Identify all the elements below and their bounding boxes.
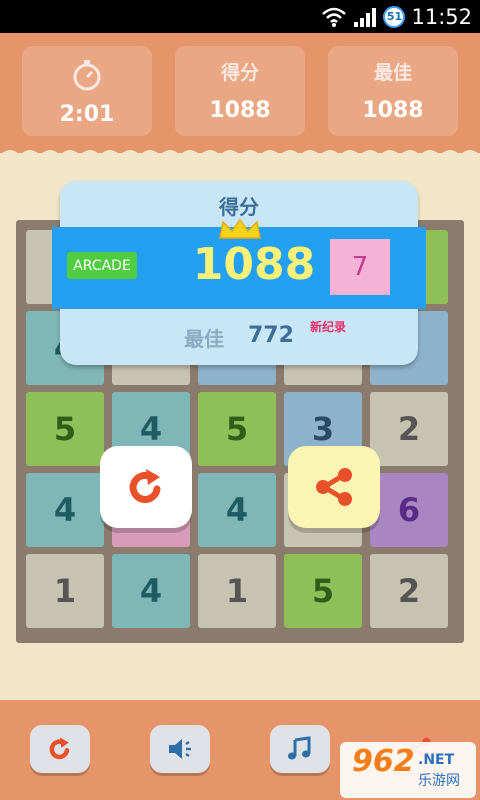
board-tile[interactable]: 4 [26, 473, 104, 547]
restart-icon [129, 469, 161, 503]
board-tile[interactable]: 4 [112, 554, 190, 628]
scallop-edge [0, 150, 480, 163]
watermark-brand: 962 [352, 744, 415, 779]
wifi-icon [322, 7, 347, 27]
music-button[interactable] [270, 725, 330, 773]
best-box: 最佳 1088 [328, 46, 458, 136]
share-button[interactable] [288, 446, 380, 528]
sound-button[interactable] [150, 725, 210, 773]
board-tile[interactable]: 6 [370, 473, 448, 547]
timer-value: 2:01 [59, 102, 115, 127]
best-value: 1088 [362, 98, 424, 123]
site-watermark: 962 .NET 乐游网 [340, 742, 476, 798]
signal-icon [354, 7, 377, 27]
max-tile-badge: 7 [330, 239, 390, 295]
board-tile[interactable]: 1 [26, 554, 104, 628]
board-tile[interactable]: 1 [198, 554, 276, 628]
music-icon [288, 736, 311, 760]
board-tile[interactable]: 5 [284, 554, 362, 628]
footer-restart-button[interactable] [30, 725, 90, 773]
stopwatch-icon [73, 60, 101, 91]
status-bar: 51 11:52 [0, 0, 480, 33]
board-tile[interactable]: 5 [26, 392, 104, 466]
watermark-domain: .NET [418, 752, 455, 768]
popup-best-label: 最佳 [184, 327, 224, 351]
score-box: 得分 1088 [175, 46, 305, 136]
crown-icon [219, 218, 261, 239]
clock: 11:52 [411, 4, 472, 29]
score-value: 1088 [209, 98, 271, 123]
popup-best-value: 772 [248, 323, 294, 348]
board-tile[interactable]: 2 [370, 554, 448, 628]
board-tile[interactable]: 4 [198, 473, 276, 547]
board-tile[interactable]: 2 [370, 392, 448, 466]
mode-badge: ARCADE [67, 252, 137, 279]
header: 2:01 得分 1088 最佳 1088 [0, 33, 480, 153]
restart-icon [49, 737, 70, 760]
best-label: 最佳 [373, 62, 412, 84]
board-tile[interactable]: 5 [198, 392, 276, 466]
watermark-sub: 乐游网 [418, 773, 460, 789]
restart-button[interactable] [100, 446, 192, 528]
notification-badge: 51 [383, 5, 406, 28]
popup-title: 得分 [219, 195, 259, 219]
score-label: 得分 [220, 62, 259, 84]
share-icon [316, 468, 352, 506]
sound-icon [169, 739, 191, 759]
new-record-label: 新纪录 [310, 320, 347, 334]
popup-best-row: 最佳 772 新纪录 [60, 320, 418, 353]
final-score: 1088 [192, 239, 316, 290]
timer-box: 2:01 [22, 46, 152, 136]
